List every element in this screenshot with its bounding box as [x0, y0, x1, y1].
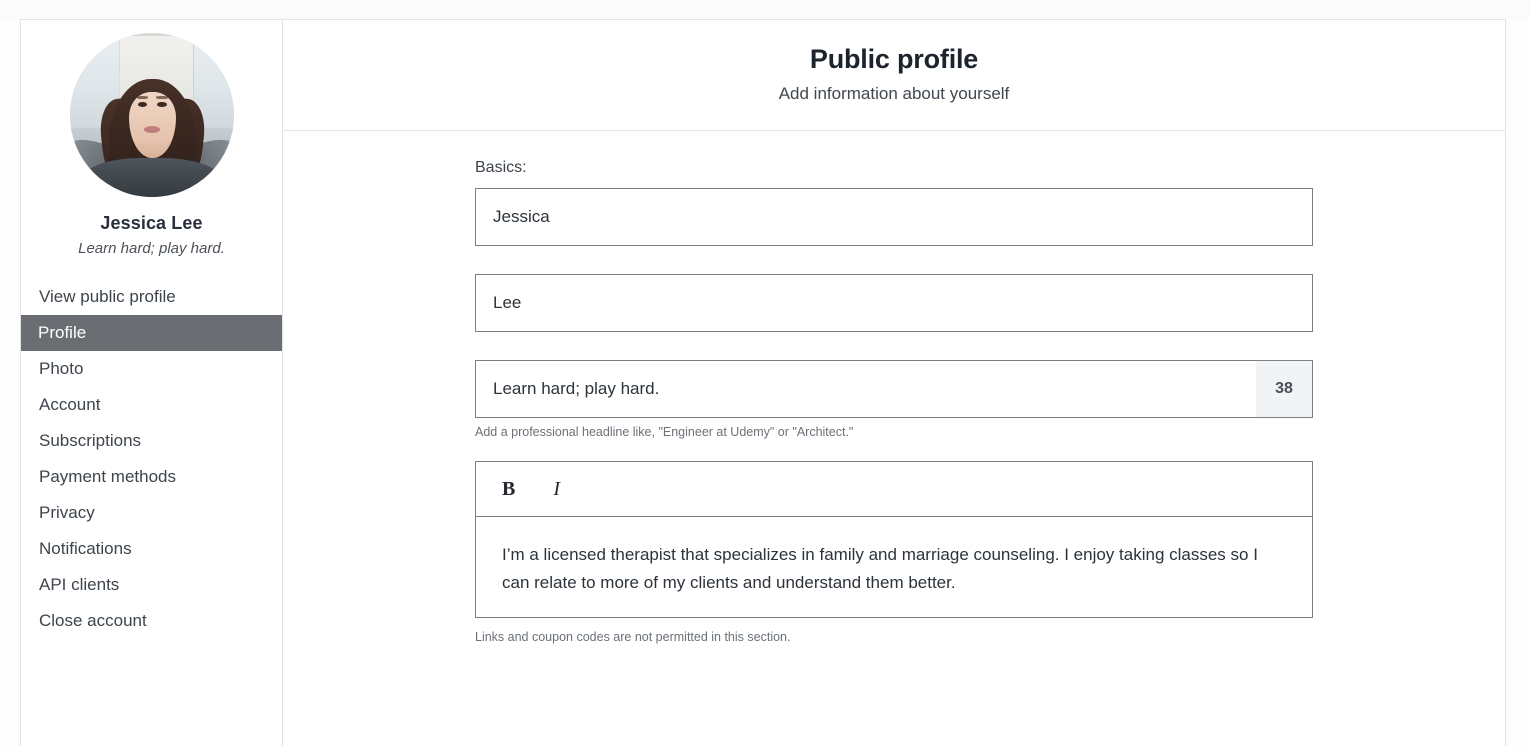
biography-textarea[interactable]: I’m a licensed therapist that specialize…	[476, 517, 1312, 617]
sidebar-item-privacy[interactable]: Privacy	[21, 495, 282, 531]
avatar-brow-left	[136, 96, 149, 99]
last-name-field[interactable]: Lee	[475, 274, 1313, 332]
sidebar-item-account[interactable]: Account	[21, 387, 282, 423]
sidebar-item-photo[interactable]: Photo	[21, 351, 282, 387]
basics-label: Basics:	[475, 159, 527, 176]
profile-tagline: Learn hard; play hard.	[78, 240, 225, 257]
avatar-torso	[82, 157, 221, 197]
sidebar-item-subscriptions[interactable]: Subscriptions	[21, 423, 282, 459]
bold-icon[interactable]: B	[496, 475, 521, 503]
page-root: Jessica Lee Learn hard; play hard. View …	[0, 0, 1529, 746]
avatar-brow-right	[156, 96, 168, 99]
biography-editor-toolbar: B I	[476, 462, 1312, 517]
headline-input[interactable]: Learn hard; play hard.	[476, 379, 1256, 399]
first-name-field[interactable]: Jessica	[475, 188, 1313, 246]
sidebar-item-api-clients[interactable]: API clients	[21, 567, 282, 603]
sidebar-item-view-public-profile[interactable]: View public profile	[21, 279, 282, 315]
profile-form: Basics: Jessica Lee Learn hard; play har…	[283, 131, 1505, 644]
headline-character-counter: 38	[1256, 361, 1312, 417]
biography-editor[interactable]: B I I’m a licensed therapist that specia…	[475, 461, 1313, 619]
main-header: Public profile Add information about you…	[283, 20, 1505, 131]
sidebar-item-notifications[interactable]: Notifications	[21, 531, 282, 567]
main-content-card: Public profile Add information about you…	[282, 19, 1506, 746]
sidebar-item-close-account[interactable]: Close account	[21, 603, 282, 639]
avatar-lips	[144, 126, 160, 134]
last-name-input[interactable]: Lee	[476, 293, 1312, 313]
page-subtitle: Add information about yourself	[778, 84, 1010, 103]
sidebar-item-payment-methods[interactable]: Payment methods	[21, 459, 282, 495]
avatar	[69, 33, 234, 197]
biography-helper-text: Links and coupon codes are not permitted…	[475, 630, 791, 645]
top-strip	[0, 0, 1529, 19]
profile-sidebar: Jessica Lee Learn hard; play hard. View …	[20, 19, 283, 746]
italic-icon[interactable]: I	[547, 475, 566, 503]
first-name-input[interactable]: Jessica	[476, 207, 1312, 227]
profile-name: Jessica Lee	[100, 213, 203, 233]
headline-helper-text: Add a professional headline like, "Engin…	[475, 425, 854, 439]
sidebar-item-profile[interactable]: Profile	[21, 315, 282, 351]
sidebar-nav: View public profile Profile Photo Accoun…	[21, 279, 282, 639]
page-title: Public profile	[809, 44, 979, 74]
headline-field[interactable]: Learn hard; play hard. 38	[475, 360, 1313, 418]
